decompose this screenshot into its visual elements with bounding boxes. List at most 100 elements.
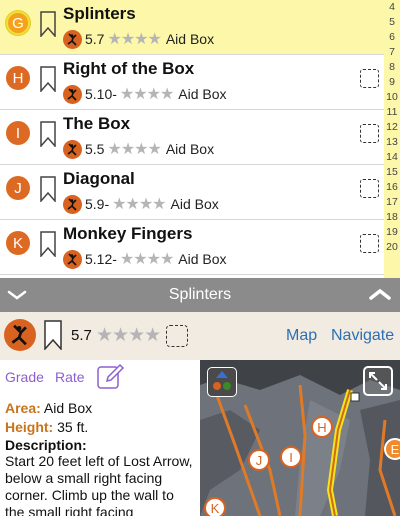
climber-icon — [63, 84, 82, 104]
route-area: Aid Box — [165, 141, 215, 157]
index-number[interactable]: 20 — [384, 241, 400, 253]
route-pin[interactable]: E — [384, 438, 400, 460]
route-stars: ★★★★ — [119, 251, 174, 268]
index-number[interactable]: 6 — [384, 31, 400, 43]
route-info-panel: Grade Rate Area: Aid Box Height: 35 ft. … — [0, 360, 200, 516]
route-meta: 5.7 ★★★★ Aid Box — [63, 29, 214, 49]
bookmark-icon[interactable] — [40, 121, 56, 147]
area-label: Area: — [5, 400, 41, 416]
navigate-link[interactable]: Navigate — [331, 327, 394, 345]
route-area: Aid Box — [165, 31, 215, 47]
bookmark-icon[interactable] — [44, 320, 62, 350]
route-name: Diagonal — [63, 169, 135, 188]
expand-icon[interactable] — [363, 366, 393, 396]
bookmark-icon[interactable] — [40, 66, 56, 92]
route-area: Aid Box — [178, 251, 227, 267]
route-grade: 5.10- — [85, 86, 117, 102]
index-number[interactable]: 17 — [384, 196, 400, 208]
route-letter-marker: I — [6, 121, 30, 145]
route-name: The Box — [63, 114, 131, 133]
description-label: Description: — [5, 437, 87, 453]
index-number[interactable]: 10 — [384, 91, 400, 103]
height-line: Height: 35 ft. — [5, 419, 88, 435]
app-root: G Splinters 5.7 ★★★★ Aid Box H Right of … — [0, 0, 400, 516]
index-number[interactable]: 5 — [384, 16, 400, 28]
area-line: Area: Aid Box — [5, 400, 92, 416]
climber-icon — [63, 139, 82, 159]
route-stars: ★★★★ — [119, 86, 174, 103]
route-name: Right of the Box — [63, 59, 195, 78]
route-row-diagonal[interactable]: J Diagonal 5.9- ★★★★ Aid Box — [0, 165, 384, 220]
area-value: Aid Box — [43, 400, 93, 416]
route-letter-marker: H — [6, 66, 30, 90]
route-pin[interactable]: J — [248, 449, 270, 471]
route-meta: 5.5 ★★★★ Aid Box — [63, 139, 214, 159]
route-pin[interactable]: I — [280, 446, 302, 468]
route-grade: 5.7 — [85, 31, 105, 47]
detail-stars: ★★★★ — [96, 325, 161, 346]
bookmark-icon[interactable] — [40, 231, 56, 257]
route-area: Aid Box — [170, 196, 219, 212]
route-name: Monkey Fingers — [63, 224, 193, 243]
climber-icon — [4, 319, 36, 351]
index-number[interactable]: 16 — [384, 181, 400, 193]
route-letter-marker: K — [6, 231, 30, 255]
bookmark-icon[interactable] — [40, 176, 56, 202]
detail-title: Splinters — [168, 286, 232, 303]
route-pin[interactable]: K — [204, 497, 226, 516]
route-name: Splinters — [63, 4, 136, 23]
index-number[interactable]: 19 — [384, 226, 400, 238]
chevron-up-icon[interactable] — [368, 286, 392, 302]
index-number[interactable]: 8 — [384, 61, 400, 73]
map-link[interactable]: Map — [286, 327, 317, 345]
route-row-the-box[interactable]: I The Box 5.5 ★★★★ Aid Box — [0, 110, 384, 165]
route-letter-marker: J — [6, 176, 30, 200]
route-list: G Splinters 5.7 ★★★★ Aid Box H Right of … — [0, 0, 384, 278]
climber-icon — [63, 249, 82, 269]
height-value: 35 ft. — [57, 419, 89, 435]
route-meta: 5.12- ★★★★ Aid Box — [63, 249, 227, 269]
route-area: Aid Box — [178, 86, 227, 102]
detail-header-bar: Splinters — [0, 278, 400, 312]
route-grade: 5.12- — [85, 251, 117, 267]
ticklist-checkbox[interactable] — [166, 325, 188, 347]
rate-button[interactable]: Rate — [55, 369, 85, 385]
route-meta: 5.10- ★★★★ Aid Box — [63, 84, 227, 104]
ticklist-checkbox[interactable] — [360, 69, 379, 88]
index-number[interactable]: 13 — [384, 136, 400, 148]
section-index[interactable]: 4 5 6 7 8 9 10 11 12 13 14 15 16 17 18 1… — [384, 0, 400, 278]
route-letter-marker: G — [6, 11, 30, 35]
ticklist-checkbox[interactable] — [360, 234, 379, 253]
index-number[interactable]: 14 — [384, 151, 400, 163]
index-number[interactable]: 4 — [384, 1, 400, 13]
route-stars: ★★★★ — [112, 196, 166, 213]
route-meta: 5.9- ★★★★ Aid Box — [63, 194, 219, 214]
route-grade: 5.5 — [85, 141, 105, 157]
bookmark-icon[interactable] — [40, 11, 56, 37]
detail-grade: 5.7 — [71, 327, 92, 344]
ticklist-checkbox[interactable] — [360, 124, 379, 143]
route-photo[interactable]: H J I K E — [200, 360, 400, 516]
description-text: Start 20 feet left of Lost Arrow, below … — [5, 453, 193, 516]
index-number[interactable]: 15 — [384, 166, 400, 178]
route-row-monkey-fingers[interactable]: K Monkey Fingers 5.12- ★★★★ Aid Box — [0, 220, 384, 275]
index-number[interactable]: 12 — [384, 121, 400, 133]
climber-icon — [63, 29, 82, 49]
climber-icon — [63, 194, 82, 214]
map-thumbnail-icon[interactable] — [207, 367, 237, 397]
height-label: Height: — [5, 419, 54, 435]
index-number[interactable]: 18 — [384, 211, 400, 223]
route-pin[interactable]: H — [311, 416, 333, 438]
ticklist-checkbox[interactable] — [360, 179, 379, 198]
route-grade: 5.9- — [85, 196, 110, 212]
edit-pencil-icon[interactable] — [96, 363, 126, 391]
index-number[interactable]: 9 — [384, 76, 400, 88]
route-stars: ★★★★ — [107, 141, 161, 158]
route-row-splinters[interactable]: G Splinters 5.7 ★★★★ Aid Box — [0, 0, 384, 55]
index-number[interactable]: 7 — [384, 46, 400, 58]
grade-button[interactable]: Grade — [5, 369, 44, 385]
index-number[interactable]: 11 — [384, 106, 400, 118]
route-row-right-of-the-box[interactable]: H Right of the Box 5.10- ★★★★ Aid Box — [0, 55, 384, 110]
route-summary-strip: 5.7 ★★★★ Map Navigate — [0, 312, 400, 360]
route-stars: ★★★★ — [107, 31, 161, 48]
